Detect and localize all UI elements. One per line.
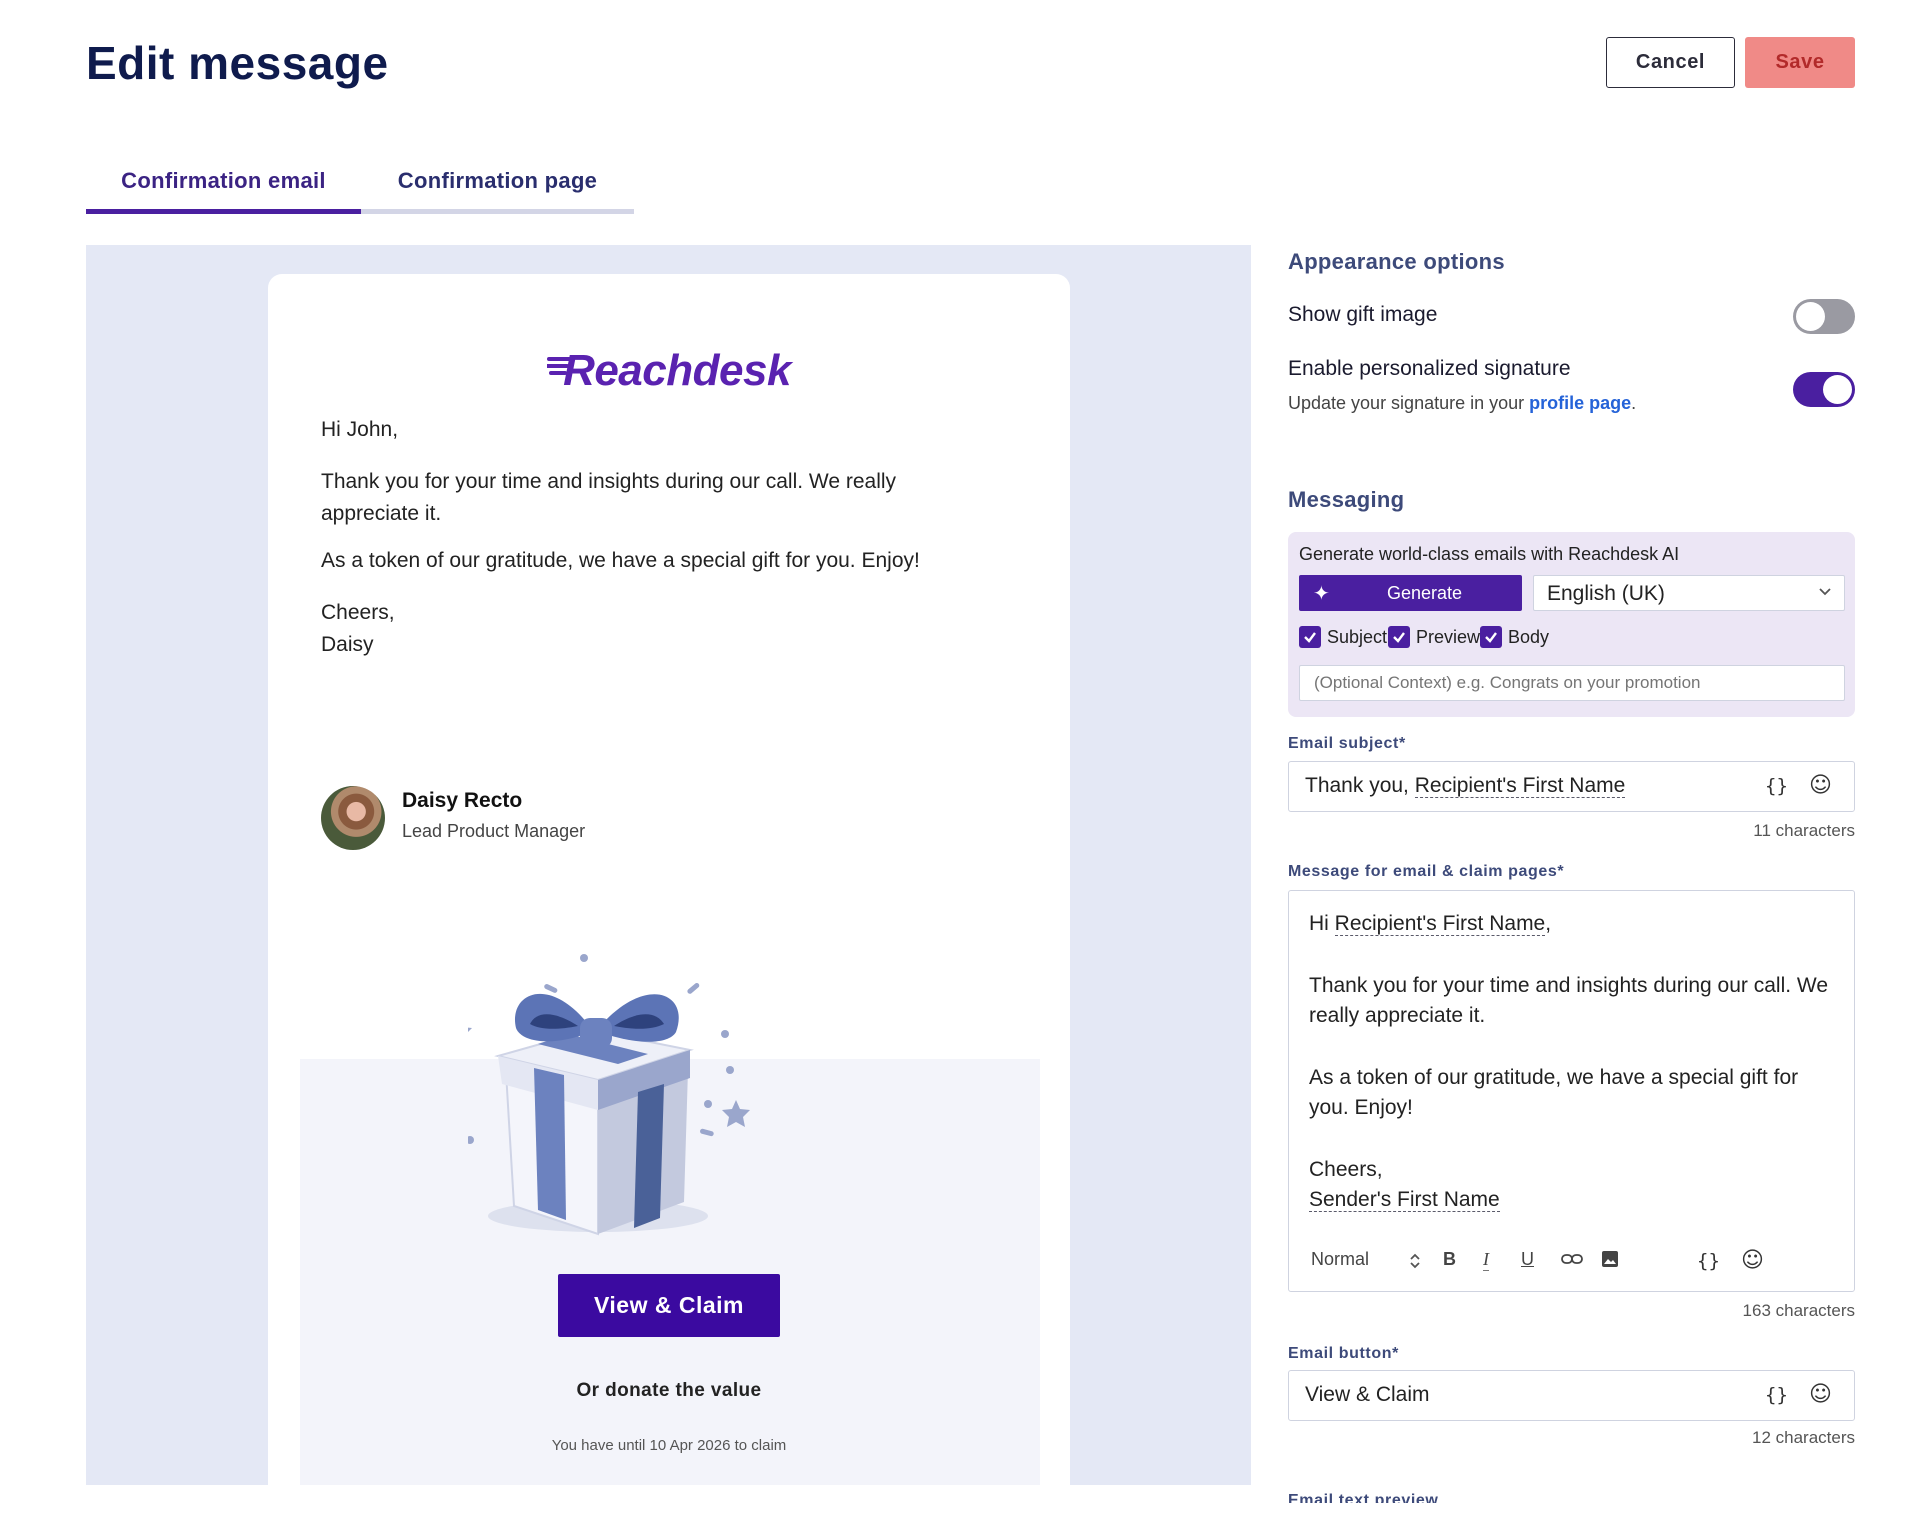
- show-gift-image-toggle[interactable]: [1793, 299, 1855, 334]
- donate-link[interactable]: Or donate the value: [268, 1380, 1070, 1402]
- subject-char-count: 11 characters: [1753, 821, 1855, 840]
- subject-prefix: Thank you,: [1305, 774, 1415, 797]
- tab-label: Confirmation email: [121, 168, 326, 193]
- generate-label: Generate: [1387, 583, 1463, 603]
- variable-token[interactable]: Sender's First Name: [1309, 1188, 1500, 1212]
- variables-icon[interactable]: {}: [1765, 775, 1788, 797]
- preview-checkbox[interactable]: Preview: [1388, 626, 1480, 648]
- tab-label: Confirmation page: [397, 168, 598, 193]
- toggle-knob: [1796, 302, 1825, 331]
- checkbox-label: Subject: [1327, 626, 1388, 647]
- brand-logo: Reachdesk: [268, 346, 1070, 396]
- bold-icon[interactable]: B: [1443, 1249, 1456, 1270]
- checkbox-label: Body: [1508, 626, 1550, 647]
- message-paragraph-1: Thank you for your time and insights dur…: [1309, 973, 1829, 1028]
- show-gift-image-label: Show gift image: [1288, 303, 1438, 326]
- updown-chevron-icon: [1410, 1253, 1420, 1269]
- signature-role: Lead Product Manager: [402, 821, 586, 841]
- language-select[interactable]: English (UK): [1533, 575, 1845, 611]
- image-icon[interactable]: [1601, 1250, 1619, 1268]
- logo-text: Reachdesk: [563, 346, 791, 395]
- gift-box-icon: [468, 954, 750, 1236]
- save-button[interactable]: Save: [1745, 37, 1855, 88]
- personalized-signature-toggle[interactable]: [1793, 372, 1855, 407]
- link-icon[interactable]: [1561, 1252, 1583, 1266]
- subject-value: Thank you, Recipient's First Name: [1305, 774, 1626, 798]
- emoji-icon[interactable]: ☺: [1809, 773, 1832, 798]
- email-closing: Cheers, Daisy: [321, 601, 395, 656]
- logo-mark-icon: [545, 346, 572, 376]
- personalized-signature-label: Enable personalized signature: [1288, 357, 1571, 380]
- tab-bar: Confirmation email Confirmation page: [86, 160, 634, 214]
- optional-context-input[interactable]: [1299, 665, 1845, 701]
- ai-title: Generate world-class emails with Reachde…: [1299, 544, 1680, 564]
- claim-deadline: You have until 10 Apr 2026 to claim: [551, 1437, 787, 1454]
- email-subject-field[interactable]: Thank you, Recipient's First Name {} ☺: [1288, 761, 1855, 812]
- messaging-heading: Messaging: [1288, 487, 1405, 512]
- formatting-toolbar: Normal B I U {} ☺: [1311, 1246, 1841, 1276]
- help-suffix: .: [1631, 393, 1637, 413]
- email-paragraph-1: Thank you for your time and insights dur…: [321, 470, 897, 525]
- help-prefix: Update your signature in your: [1288, 393, 1530, 413]
- email-greeting: Hi John,: [321, 418, 399, 441]
- greeting-prefix: Hi: [1309, 912, 1335, 935]
- message-label: Message for email & claim pages*: [1288, 863, 1565, 880]
- cancel-button[interactable]: Cancel: [1606, 37, 1735, 88]
- variable-token[interactable]: Recipient's First Name: [1414, 774, 1626, 798]
- email-preview-pane[interactable]: Reachdesk Hi John, Thank you for your ti…: [86, 245, 1251, 1485]
- message-paragraph-2: As a token of our gratitude, we have a s…: [1309, 1065, 1799, 1120]
- variable-token[interactable]: Recipient's First Name: [1334, 912, 1546, 936]
- variables-icon[interactable]: {}: [1765, 1384, 1788, 1406]
- emoji-icon[interactable]: ☺: [1809, 1382, 1832, 1407]
- sparkle-icon: ✦: [1313, 583, 1330, 605]
- message-char-count: 163 characters: [1742, 1301, 1855, 1320]
- email-subject-label: Email subject*: [1288, 735, 1406, 752]
- message-body: Hi Recipient's First Name, Thank you for…: [1309, 909, 1839, 1216]
- email-text-preview-label: Email text preview: [1288, 1492, 1439, 1503]
- tab-confirmation-email[interactable]: Confirmation email: [86, 168, 361, 214]
- emoji-icon[interactable]: ☺: [1741, 1248, 1764, 1273]
- toggle-knob: [1823, 375, 1852, 404]
- italic-icon[interactable]: I: [1483, 1249, 1489, 1271]
- email-paragraph-2: As a token of our gratitude, we have a s…: [321, 549, 920, 572]
- checkbox-checked-icon: [1388, 626, 1410, 648]
- profile-page-link[interactable]: profile page: [1529, 393, 1631, 413]
- page-title: Edit message: [86, 37, 389, 89]
- tab-confirmation-page[interactable]: Confirmation page: [361, 168, 634, 214]
- checkbox-label: Preview: [1416, 626, 1481, 647]
- button-char-count: 12 characters: [1752, 1428, 1855, 1447]
- signature-help-text: Update your signature in your profile pa…: [1288, 393, 1636, 414]
- email-button-field[interactable]: View & Claim {} ☺: [1288, 1370, 1855, 1421]
- subject-checkbox[interactable]: Subject: [1299, 626, 1387, 648]
- body-checkbox[interactable]: Body: [1480, 626, 1549, 648]
- language-value: English (UK): [1547, 582, 1665, 605]
- underline-icon[interactable]: U: [1521, 1249, 1534, 1270]
- signature-name: Daisy Recto: [402, 789, 523, 812]
- variables-icon[interactable]: {}: [1697, 1250, 1720, 1272]
- active-tab-indicator: [86, 209, 361, 214]
- checkbox-checked-icon: [1480, 626, 1502, 648]
- message-closing: Cheers,: [1309, 1157, 1383, 1181]
- avatar: [321, 786, 385, 850]
- format-select[interactable]: Normal: [1311, 1249, 1369, 1270]
- button-value: View & Claim: [1305, 1383, 1430, 1406]
- appearance-heading: Appearance options: [1288, 249, 1505, 274]
- message-greeting: Hi Recipient's First Name,: [1309, 909, 1839, 940]
- message-editor[interactable]: Hi Recipient's First Name, Thank you for…: [1288, 890, 1855, 1292]
- view-claim-button[interactable]: View & Claim: [558, 1274, 780, 1337]
- checkbox-checked-icon: [1299, 626, 1321, 648]
- email-preview-card: Reachdesk Hi John, Thank you for your ti…: [268, 274, 1070, 1485]
- greeting-suffix: ,: [1545, 912, 1552, 935]
- chevron-down-icon: [1819, 588, 1831, 596]
- generate-button[interactable]: ✦ Generate: [1299, 575, 1522, 611]
- ai-generate-panel: Generate world-class emails with Reachde…: [1288, 532, 1855, 717]
- email-button-label: Email button*: [1288, 1345, 1399, 1362]
